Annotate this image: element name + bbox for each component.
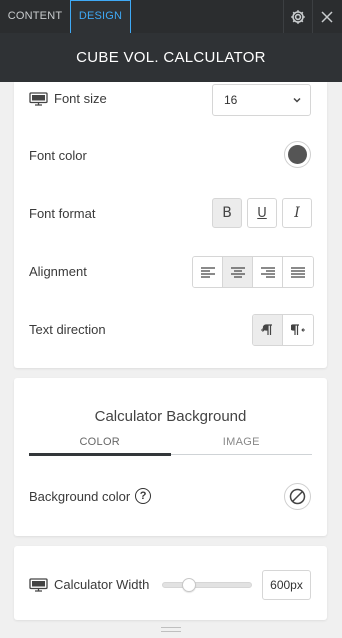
- text-ltr-icon: [260, 324, 272, 335]
- font-color-label: Font color: [29, 148, 87, 163]
- desktop-icon: [29, 577, 48, 592]
- close-icon: [321, 10, 333, 23]
- background-color-swatch[interactable]: [284, 483, 311, 510]
- alignment-label: Alignment: [29, 264, 87, 279]
- slider-handle[interactable]: [182, 578, 196, 592]
- font-size-row: Font size 16: [14, 82, 327, 118]
- calculator-width-label: Calculator Width: [54, 577, 150, 592]
- background-title: Calculator Background: [94, 408, 247, 425]
- font-size-select[interactable]: 16: [212, 84, 311, 116]
- align-right-icon: [260, 266, 275, 278]
- align-left-icon: [200, 266, 215, 278]
- text-direction-label: Text direction: [29, 322, 106, 337]
- text-settings-card: Font size 16 Font color Font format B U …: [14, 82, 327, 368]
- align-right-button[interactable]: [253, 257, 283, 287]
- top-bar: CONTENT DESIGN: [0, 0, 342, 33]
- grip-icon: [161, 626, 181, 632]
- align-justify-icon: [291, 266, 305, 278]
- close-button[interactable]: [312, 0, 342, 33]
- ltr-button[interactable]: [253, 315, 283, 345]
- underline-icon: U: [257, 205, 267, 221]
- calculator-width-label-group: Calculator Width: [29, 577, 149, 592]
- chevron-down-icon: [293, 97, 301, 103]
- text-rtl-icon: [291, 324, 305, 335]
- background-color-label: Background color: [29, 488, 131, 504]
- background-card: Calculator Background COLOR IMAGE Backgr…: [14, 378, 327, 536]
- font-size-label-group: Font size: [29, 91, 107, 106]
- tab-color[interactable]: COLOR: [29, 436, 171, 448]
- settings-button[interactable]: [283, 0, 313, 33]
- width-card: Calculator Width 600px: [14, 546, 327, 620]
- no-color-icon: [289, 488, 306, 505]
- resize-handle[interactable]: [0, 620, 342, 638]
- underline-button[interactable]: U: [247, 198, 277, 228]
- font-format-label: Font format: [29, 206, 96, 221]
- desktop-icon: [29, 91, 48, 106]
- rtl-button[interactable]: [283, 315, 313, 345]
- font-size-value: 16: [224, 93, 238, 107]
- page-title: CUBE VOL. CALCULATOR: [0, 33, 342, 82]
- italic-icon: I: [294, 205, 300, 221]
- text-direction-group: [252, 314, 314, 346]
- tab-active-indicator: [29, 453, 171, 456]
- align-left-button[interactable]: [193, 257, 223, 287]
- align-justify-button[interactable]: [283, 257, 313, 287]
- background-color-label-group: Background color ?: [29, 488, 152, 504]
- tab-design[interactable]: DESIGN: [70, 0, 131, 33]
- align-center-button[interactable]: [223, 257, 253, 287]
- help-icon[interactable]: ?: [135, 488, 152, 504]
- italic-button[interactable]: I: [282, 198, 312, 228]
- gear-icon: [291, 9, 305, 24]
- width-slider[interactable]: [162, 578, 252, 592]
- alignment-group: [192, 256, 314, 288]
- bold-icon: B: [222, 205, 232, 221]
- tab-content[interactable]: CONTENT: [0, 0, 70, 33]
- bold-button[interactable]: B: [212, 198, 242, 228]
- font-color-dot: [288, 145, 307, 164]
- align-center-icon: [230, 266, 245, 278]
- font-size-label: Font size: [54, 91, 107, 106]
- width-input[interactable]: 600px: [262, 570, 311, 600]
- font-color-swatch[interactable]: [284, 141, 311, 168]
- tab-image[interactable]: IMAGE: [171, 436, 313, 448]
